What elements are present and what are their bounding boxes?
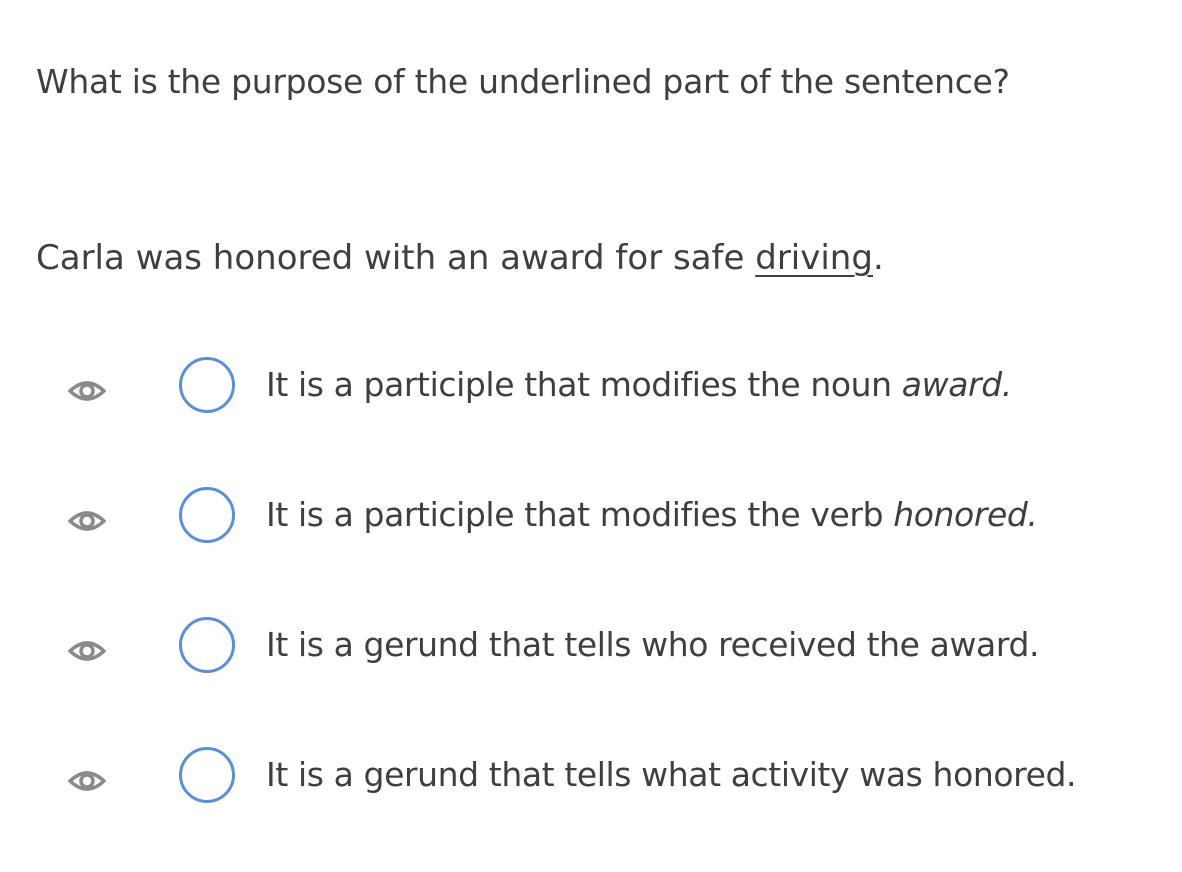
answer-option-1[interactable]: It is a participle that modifies the nou…: [0, 357, 1182, 427]
option-label: It is a gerund that tells who received t…: [266, 625, 1040, 664]
radio-button[interactable]: [179, 357, 235, 413]
answer-option-4[interactable]: It is a gerund that tells what activity …: [0, 747, 1182, 817]
eye-icon[interactable]: [68, 507, 106, 535]
option-text[interactable]: It is a gerund that tells what activity …: [266, 751, 1077, 799]
radio-button[interactable]: [179, 747, 235, 803]
eye-icon[interactable]: [68, 377, 106, 405]
answer-option-2[interactable]: It is a participle that modifies the ver…: [0, 487, 1182, 557]
option-label: It is a gerund that tells what activity …: [266, 755, 1077, 794]
option-text[interactable]: It is a gerund that tells who received t…: [266, 621, 1039, 669]
option-label: It is a participle that modifies the ver…: [266, 495, 894, 534]
radio-button[interactable]: [179, 617, 235, 673]
answer-option-3[interactable]: It is a gerund that tells who received t…: [0, 617, 1182, 687]
option-text[interactable]: It is a participle that modifies the nou…: [266, 361, 1012, 409]
radio-button[interactable]: [179, 487, 235, 543]
option-label: It is a participle that modifies the nou…: [266, 365, 902, 404]
eye-icon[interactable]: [68, 767, 106, 795]
answer-options: It is a participle that modifies the nou…: [0, 0, 1182, 872]
option-emphasis: honored.: [893, 495, 1038, 534]
option-emphasis: award.: [901, 365, 1012, 404]
eye-icon[interactable]: [68, 637, 106, 665]
option-text[interactable]: It is a participle that modifies the ver…: [266, 491, 1038, 539]
